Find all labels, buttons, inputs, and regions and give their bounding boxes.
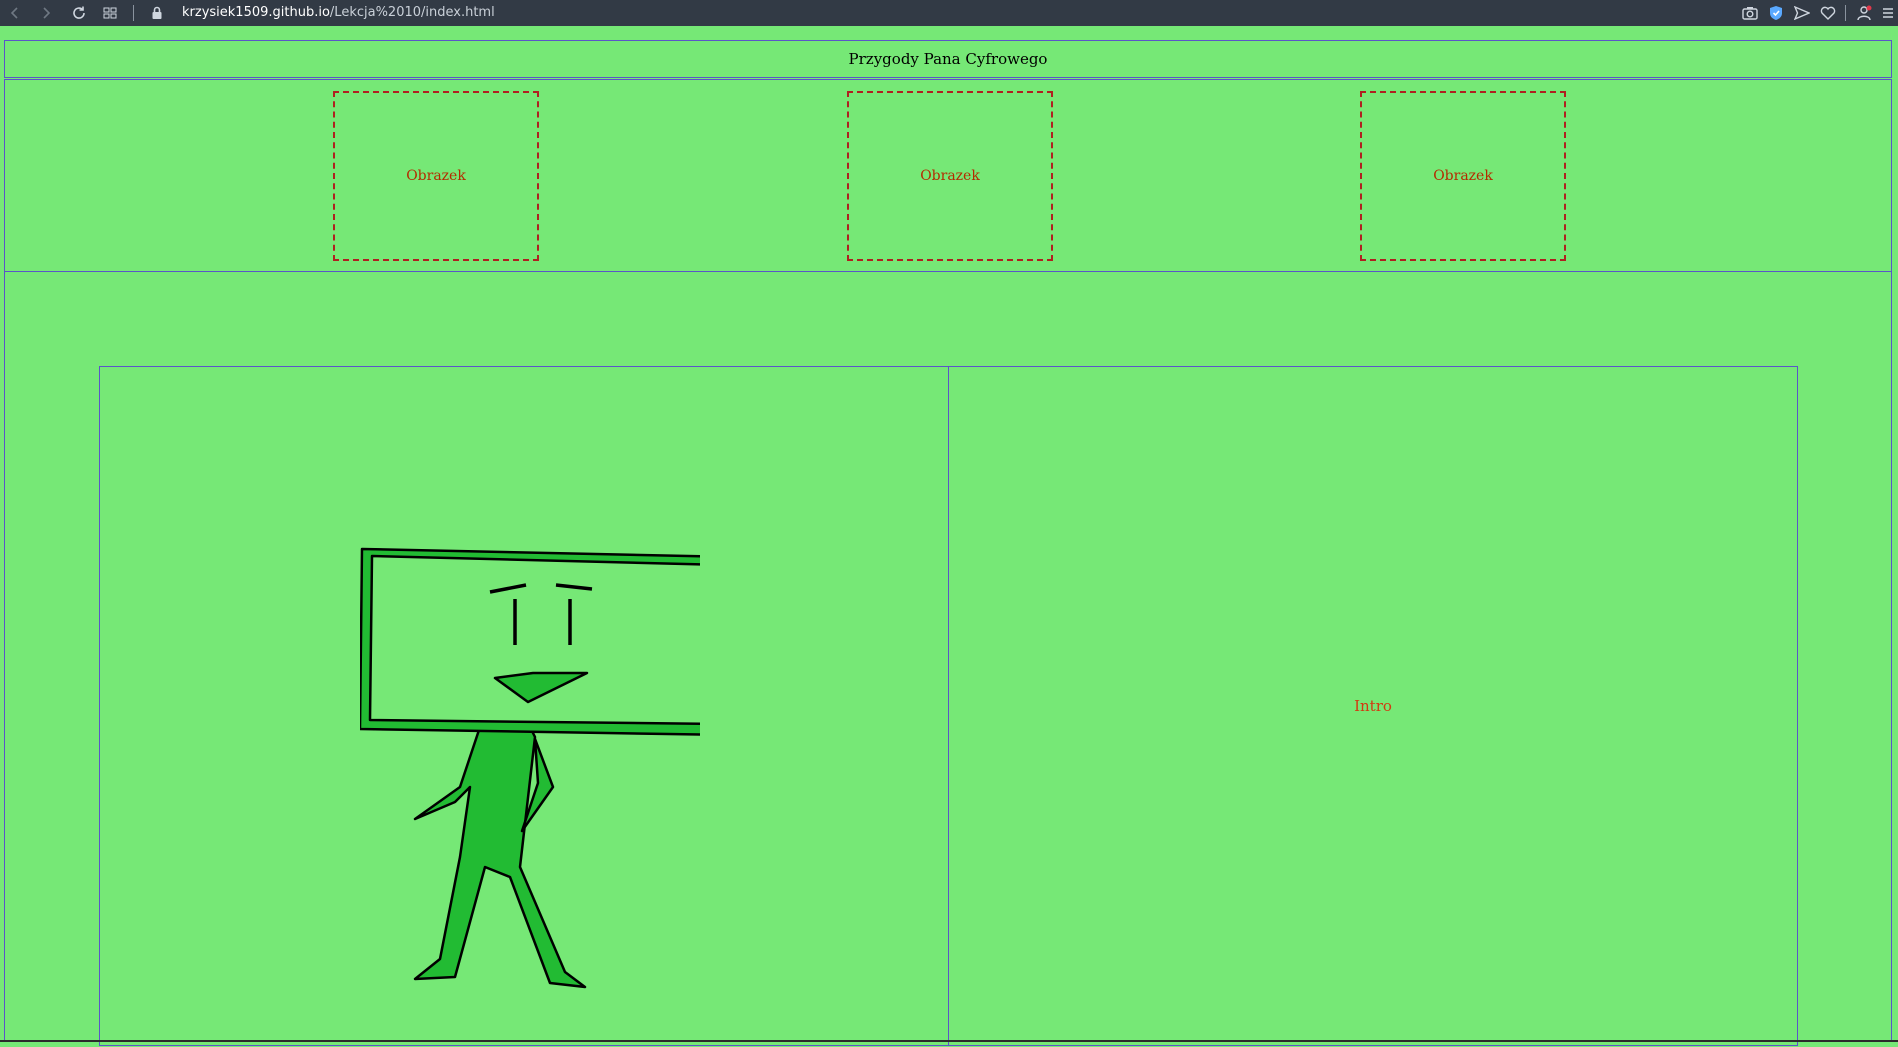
toolbar-divider [133,5,134,21]
tabs-grid-icon[interactable] [101,4,119,22]
monitor-character-illustration [360,547,700,989]
send-icon[interactable] [1793,4,1811,22]
main-content: Intro [4,272,1892,1046]
character-pane [99,366,949,1046]
profile-icon[interactable] [1855,4,1873,22]
camera-icon[interactable] [1741,4,1759,22]
address-bar[interactable]: krzysiek1509.github.io/Lekcja%2010/index… [182,4,495,22]
gallery-image-label: Obrazek [1433,168,1493,184]
image-gallery: Obrazek Obrazek Obrazek [4,79,1892,272]
reload-icon[interactable] [70,4,88,22]
gallery-image-label: Obrazek [406,168,466,184]
gallery-image-label: Obrazek [920,168,980,184]
heart-icon[interactable] [1819,4,1837,22]
browser-toolbar: krzysiek1509.github.io/Lekcja%2010/index… [0,0,1898,26]
url-host: krzysiek1509.github.io [182,5,330,20]
page-title: Przygody Pana Cyfrowego [848,50,1048,68]
url-path: /Lekcja%2010/index.html [329,5,495,20]
menu-icon[interactable] [1879,4,1897,22]
intro-label: Intro [1354,697,1392,715]
page-header: Przygody Pana Cyfrowego [4,40,1892,78]
lock-icon [148,4,166,22]
shield-icon[interactable] [1767,4,1785,22]
gallery-image-placeholder-1[interactable]: Obrazek [333,91,539,261]
intro-pane: Intro [948,366,1798,1046]
back-icon[interactable] [6,4,24,22]
forward-icon[interactable] [37,4,55,22]
gallery-image-placeholder-3[interactable]: Obrazek [1360,91,1566,261]
gallery-image-placeholder-2[interactable]: Obrazek [847,91,1053,261]
toolbar-divider-right [1845,5,1846,21]
